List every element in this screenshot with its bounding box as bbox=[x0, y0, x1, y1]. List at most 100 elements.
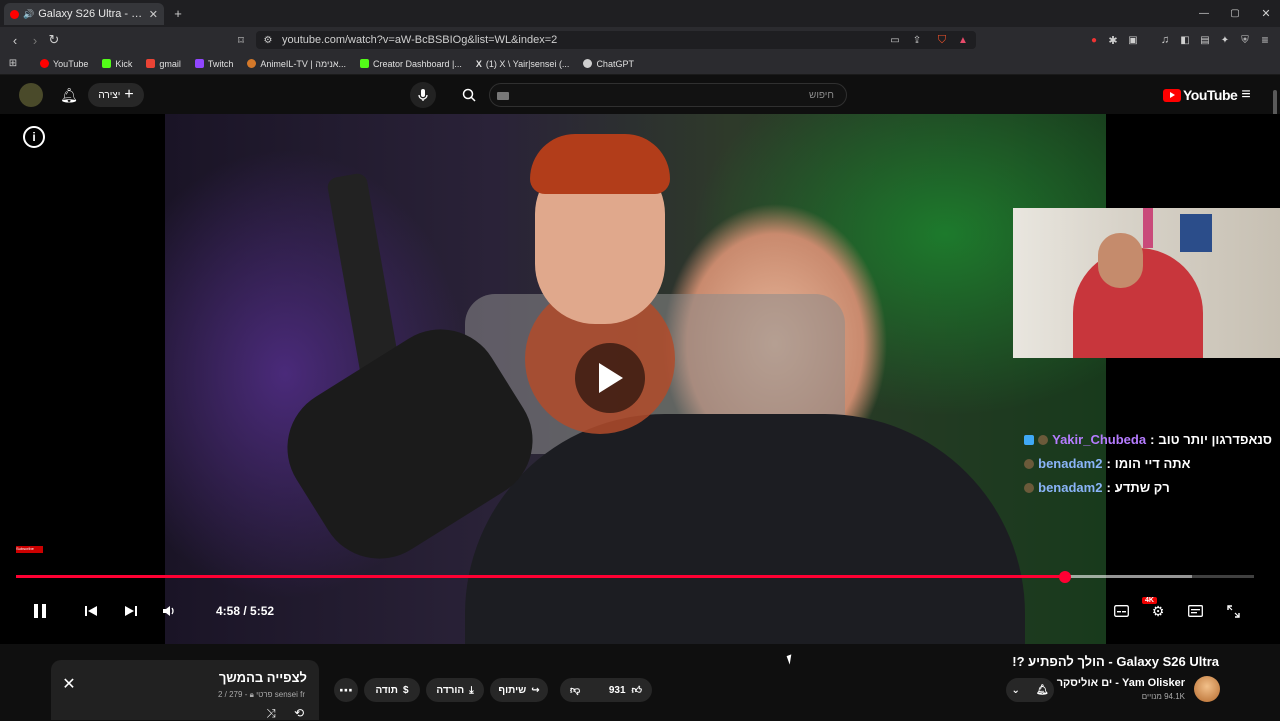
bookmark-kick[interactable]: Kick bbox=[102, 59, 132, 69]
fullscreen-button[interactable] bbox=[1223, 600, 1243, 622]
bookmark-chatgpt[interactable]: ChatGPT bbox=[583, 59, 634, 69]
share-label: שיתוף bbox=[498, 684, 527, 696]
center-play-button[interactable] bbox=[575, 343, 645, 413]
thumbs-up-icon: 👍︎ bbox=[631, 685, 642, 696]
playlist-title[interactable]: לצפייה בהמשך bbox=[219, 670, 307, 685]
more-actions-button[interactable]: ⋯ bbox=[334, 678, 358, 702]
chat-username: Yakir_Chubeda bbox=[1052, 432, 1147, 447]
bookmark-icon[interactable]: ⌑ bbox=[234, 32, 248, 48]
chat-badge-icon bbox=[1038, 434, 1049, 445]
youtube-icon bbox=[40, 59, 49, 68]
miniplayer-icon bbox=[1187, 605, 1203, 617]
skip-previous-icon bbox=[85, 606, 97, 616]
subscribed-button[interactable]: ⌄ 🔔︎ bbox=[1006, 678, 1054, 702]
speaker-icon[interactable]: 🔊 bbox=[23, 9, 34, 20]
microphone-icon bbox=[418, 89, 428, 101]
next-button[interactable] bbox=[122, 600, 140, 622]
search-button[interactable] bbox=[455, 83, 483, 107]
loop-icon[interactable]: ⟲ bbox=[291, 706, 307, 720]
minimize-button[interactable]: — bbox=[1197, 5, 1211, 21]
new-tab-button[interactable]: + bbox=[171, 5, 185, 21]
menu-icon[interactable]: ≡ bbox=[1258, 32, 1272, 48]
scrubber-handle[interactable] bbox=[1058, 571, 1071, 583]
notifications-bell-icon: 🔔︎ bbox=[1035, 684, 1049, 696]
pause-button[interactable] bbox=[30, 600, 50, 622]
bookmark-gmail[interactable]: gmail bbox=[146, 59, 181, 69]
youtube-logo-text: YouTube bbox=[1183, 87, 1238, 103]
dislike-button[interactable]: 👎︎ bbox=[570, 684, 580, 696]
bookmark-x[interactable]: X (1) X \ Yair|sensei (... bbox=[476, 59, 570, 69]
vpn-icon[interactable]: ⛨ bbox=[1238, 32, 1252, 48]
close-window-button[interactable]: ✕ bbox=[1259, 5, 1273, 21]
cast-icon[interactable]: ▭ bbox=[888, 32, 902, 48]
chatgpt-icon bbox=[583, 59, 593, 68]
media-icon[interactable]: ♫ bbox=[1158, 32, 1172, 48]
lock-icon: 🔒︎ bbox=[249, 690, 254, 699]
voice-search-button[interactable] bbox=[410, 82, 436, 108]
fullscreen-icon bbox=[1226, 604, 1240, 618]
brave-rewards-icon[interactable]: ▲ bbox=[956, 32, 970, 48]
playlist-owner[interactable]: sensei fr bbox=[275, 690, 305, 699]
channel-name[interactable]: Yam Olisker - ים אוליסקר bbox=[1057, 677, 1185, 689]
subscriber-count: 94.1K מנויים bbox=[1141, 692, 1185, 701]
quality-badge: 4K bbox=[1142, 597, 1157, 604]
time-display: 4:58 / 5:52 bbox=[216, 604, 275, 618]
channel-info: Yam Olisker - ים אוליסקר 94.1K מנויים bbox=[1057, 677, 1185, 701]
sidebar-icon[interactable]: ◧ bbox=[1178, 32, 1192, 48]
maximize-button[interactable]: ▢ bbox=[1228, 5, 1242, 21]
download-label: הורדה bbox=[436, 684, 465, 696]
gmail-icon bbox=[146, 59, 156, 68]
create-label: יצירה bbox=[98, 89, 121, 101]
previous-button[interactable] bbox=[82, 600, 100, 622]
webcam-overlay bbox=[1013, 208, 1280, 358]
screenshot-icon[interactable]: ▣ bbox=[1126, 32, 1140, 48]
notifications-bell-icon[interactable]: 🔔︎ bbox=[60, 85, 78, 105]
play-icon bbox=[599, 363, 623, 393]
search-input[interactable]: חיפוש bbox=[489, 83, 847, 107]
thumbs-down-icon: 👎︎ bbox=[570, 685, 581, 696]
wallet-icon[interactable]: ▤ bbox=[1198, 32, 1212, 48]
bookmark-twitch[interactable]: Twitch bbox=[194, 59, 233, 69]
info-icon[interactable]: i bbox=[23, 126, 45, 148]
reload-icon[interactable]: ↻ bbox=[47, 32, 61, 48]
bookmark-youtube[interactable]: YouTube bbox=[40, 59, 88, 69]
bookmark-creator-dashboard[interactable]: Creator Dashboard |... bbox=[360, 59, 462, 69]
miniplayer-button[interactable] bbox=[1185, 600, 1205, 622]
share-page-icon[interactable]: ⇪ bbox=[910, 32, 924, 48]
site-info-icon[interactable]: ⚙ bbox=[262, 33, 274, 47]
extension-record-icon[interactable]: ● bbox=[1087, 32, 1101, 48]
back-icon[interactable]: ‹ bbox=[8, 32, 22, 48]
plus-icon: + bbox=[124, 86, 134, 103]
x-icon: X bbox=[475, 58, 482, 69]
hamburger-menu-icon[interactable]: ≡ bbox=[1237, 86, 1255, 104]
shuffle-icon[interactable]: ⤨ bbox=[263, 706, 279, 720]
youtube-logo[interactable]: YouTube bbox=[1163, 87, 1238, 103]
thanks-button[interactable]: תודה $ bbox=[364, 678, 420, 702]
close-tab-icon[interactable]: ✕ bbox=[149, 8, 158, 21]
share-icon: ↪ bbox=[531, 684, 540, 696]
brave-shield-icon[interactable]: ⛉ bbox=[935, 32, 949, 48]
address-bar[interactable]: youtube.com/watch?v=aW-BcBSBIOg&list=WL&… bbox=[256, 31, 976, 49]
subtitles-button[interactable] bbox=[1111, 600, 1131, 622]
create-button[interactable]: יצירה + bbox=[88, 83, 144, 107]
channel-avatar[interactable] bbox=[1194, 676, 1220, 702]
volume-button[interactable] bbox=[160, 600, 180, 622]
extensions-icon[interactable]: ✱ bbox=[1106, 32, 1120, 48]
download-button[interactable]: הורדה ⤓ bbox=[426, 678, 484, 702]
chat-text: רק שתדע bbox=[1114, 480, 1170, 495]
apps-grid-icon[interactable]: ⊞ bbox=[6, 56, 20, 70]
chat-badge-icon bbox=[1024, 482, 1035, 493]
twitch-icon bbox=[194, 59, 204, 68]
share-button[interactable]: שיתוף ↪ bbox=[490, 678, 548, 702]
keyboard-icon[interactable] bbox=[497, 92, 509, 100]
chat-message: סנאפדרגון יותר טוב : Yakir_Chubeda bbox=[1024, 432, 1272, 447]
forward-icon[interactable]: › bbox=[28, 32, 42, 48]
browser-tab-active[interactable]: 🔊 Galaxy S26 Ultra - הולך להפתיע ?! ✕ bbox=[4, 3, 164, 25]
leo-ai-icon[interactable]: ✦ bbox=[1218, 32, 1232, 48]
user-avatar[interactable] bbox=[19, 83, 43, 107]
animeil-icon bbox=[247, 59, 257, 68]
search-placeholder: חיפוש bbox=[809, 89, 834, 101]
like-button[interactable]: 931 👍︎ bbox=[609, 684, 642, 697]
close-playlist-icon[interactable]: ✕ bbox=[61, 676, 77, 693]
bookmark-animeil[interactable]: AnimeIL-TV | אנימה... bbox=[247, 59, 346, 69]
